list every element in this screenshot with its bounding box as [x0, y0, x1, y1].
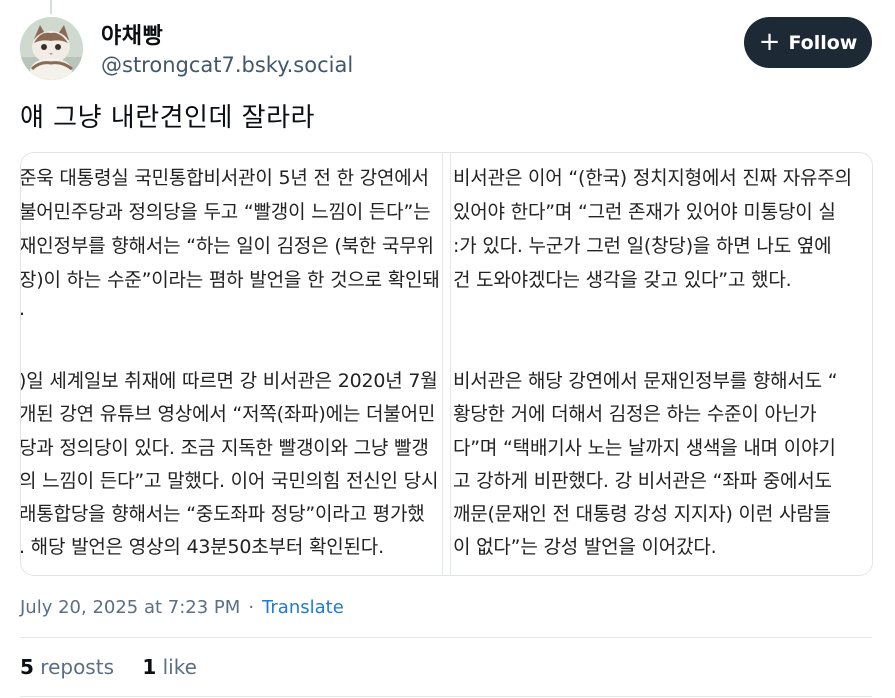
- article-image-left[interactable]: 준욱 대통령실 국민통합비서관이 5년 전 한 강연에서불어민주당과 정의당을 …: [21, 153, 443, 575]
- article-text-line: 비서관은 이어 “(한국) 정치지형에서 진짜 자유주의: [453, 167, 852, 189]
- image-gap: [443, 153, 450, 575]
- cat-avatar-icon: [20, 17, 83, 80]
- article-text-line: 장)이 하는 수준”이라는 폄하 발언을 한 것으로 확인돼: [21, 269, 440, 291]
- author-display-name[interactable]: 야채빵: [101, 18, 163, 50]
- post-stats: 5 reposts 1 like: [20, 655, 219, 679]
- meta-separator: ·: [248, 597, 255, 618]
- author-handle[interactable]: @strongcat7.bsky.social: [101, 53, 353, 77]
- article-text-line: .: [21, 298, 25, 320]
- article-text-line: 이 없다”는 강성 발언을 이어갔다.: [453, 536, 717, 558]
- image-gallery: 준욱 대통령실 국민통합비서관이 5년 전 한 강연에서불어민주당과 정의당을 …: [20, 152, 873, 576]
- article-text-line: :가 있다. 누군가 그런 일(창당)을 하면 나도 옆에: [453, 235, 832, 257]
- article-text-line: 깨문(문재인 전 대통령 강성 지지자) 이런 사람들: [453, 503, 831, 525]
- article-text-line: 당과 정의당이 있다. 조금 지독한 빨갱이와 그냥 빨갱: [21, 437, 429, 459]
- reposts-count: 5: [20, 655, 34, 679]
- article-text-line: 재인정부를 향해서는 “하는 일이 김정은 (북한 국무위: [21, 235, 434, 257]
- article-text-line: 개된 강연 유튜브 영상에서 “저쪽(좌파)에는 더불어민: [21, 403, 436, 425]
- likes-count: 1: [142, 655, 157, 679]
- follow-button[interactable]: + Follow: [744, 17, 872, 68]
- article-text-line: 다”며 “택배기사 노는 날까지 생색을 내며 이야기: [453, 437, 836, 459]
- article-text-line: 래통합당을 향해서는 “중도좌파 정당”이라고 평가했: [21, 503, 425, 525]
- article-text-line: 있어야 한다”며 “그런 존재가 있어야 미통당이 실: [453, 201, 836, 223]
- article-text-line: . 해당 발언은 영상의 43분50초부터 확인된다.: [21, 536, 384, 558]
- avatar[interactable]: [20, 17, 83, 80]
- follow-button-label: Follow: [788, 31, 858, 54]
- article-text-line: 불어민주당과 정의당을 두고 “빨갱이 느낌이 든다”는: [21, 201, 431, 223]
- thread-line: [50, 0, 52, 14]
- likes-label: like: [162, 655, 197, 679]
- article-text-line: )일 세계일보 취재에 따르면 강 비서관은 2020년 7월: [21, 370, 438, 392]
- post-text: 얘 그냥 내란견인데 잘라라: [20, 103, 315, 133]
- article-text-line: 의 느낌이 든다”고 말했다. 이어 국민의힘 전신인 당시: [21, 470, 439, 492]
- likes-stat[interactable]: 1 like: [142, 655, 197, 679]
- post-meta: July 20, 2025 at 7:23 PM · Translate: [20, 597, 344, 618]
- divider: [20, 637, 872, 638]
- translate-link[interactable]: Translate: [262, 597, 344, 618]
- post-timestamp[interactable]: July 20, 2025 at 7:23 PM: [20, 597, 240, 618]
- reposts-stat[interactable]: 5 reposts: [20, 655, 114, 679]
- article-text-line: 고 강하게 비판했다. 강 비서관은 “좌파 중에서도: [453, 470, 832, 492]
- reposts-label: reposts: [40, 655, 114, 679]
- article-text-line: 준욱 대통령실 국민통합비서관이 5년 전 한 강연에서: [21, 167, 429, 189]
- article-image-right[interactable]: 비서관은 이어 “(한국) 정치지형에서 진짜 자유주의 있어야 한다”며 “그…: [450, 153, 872, 575]
- article-text-line: 비서관은 해당 강연에서 문재인정부를 향해서도 “: [453, 370, 838, 392]
- divider: [20, 696, 872, 697]
- plus-icon: +: [758, 26, 781, 57]
- article-text-line: 건 도와야겠다는 생각을 갖고 있다”고 했다.: [453, 269, 792, 291]
- article-text-line: 황당한 거에 더해서 김정은 하는 수준이 아닌가: [453, 403, 817, 425]
